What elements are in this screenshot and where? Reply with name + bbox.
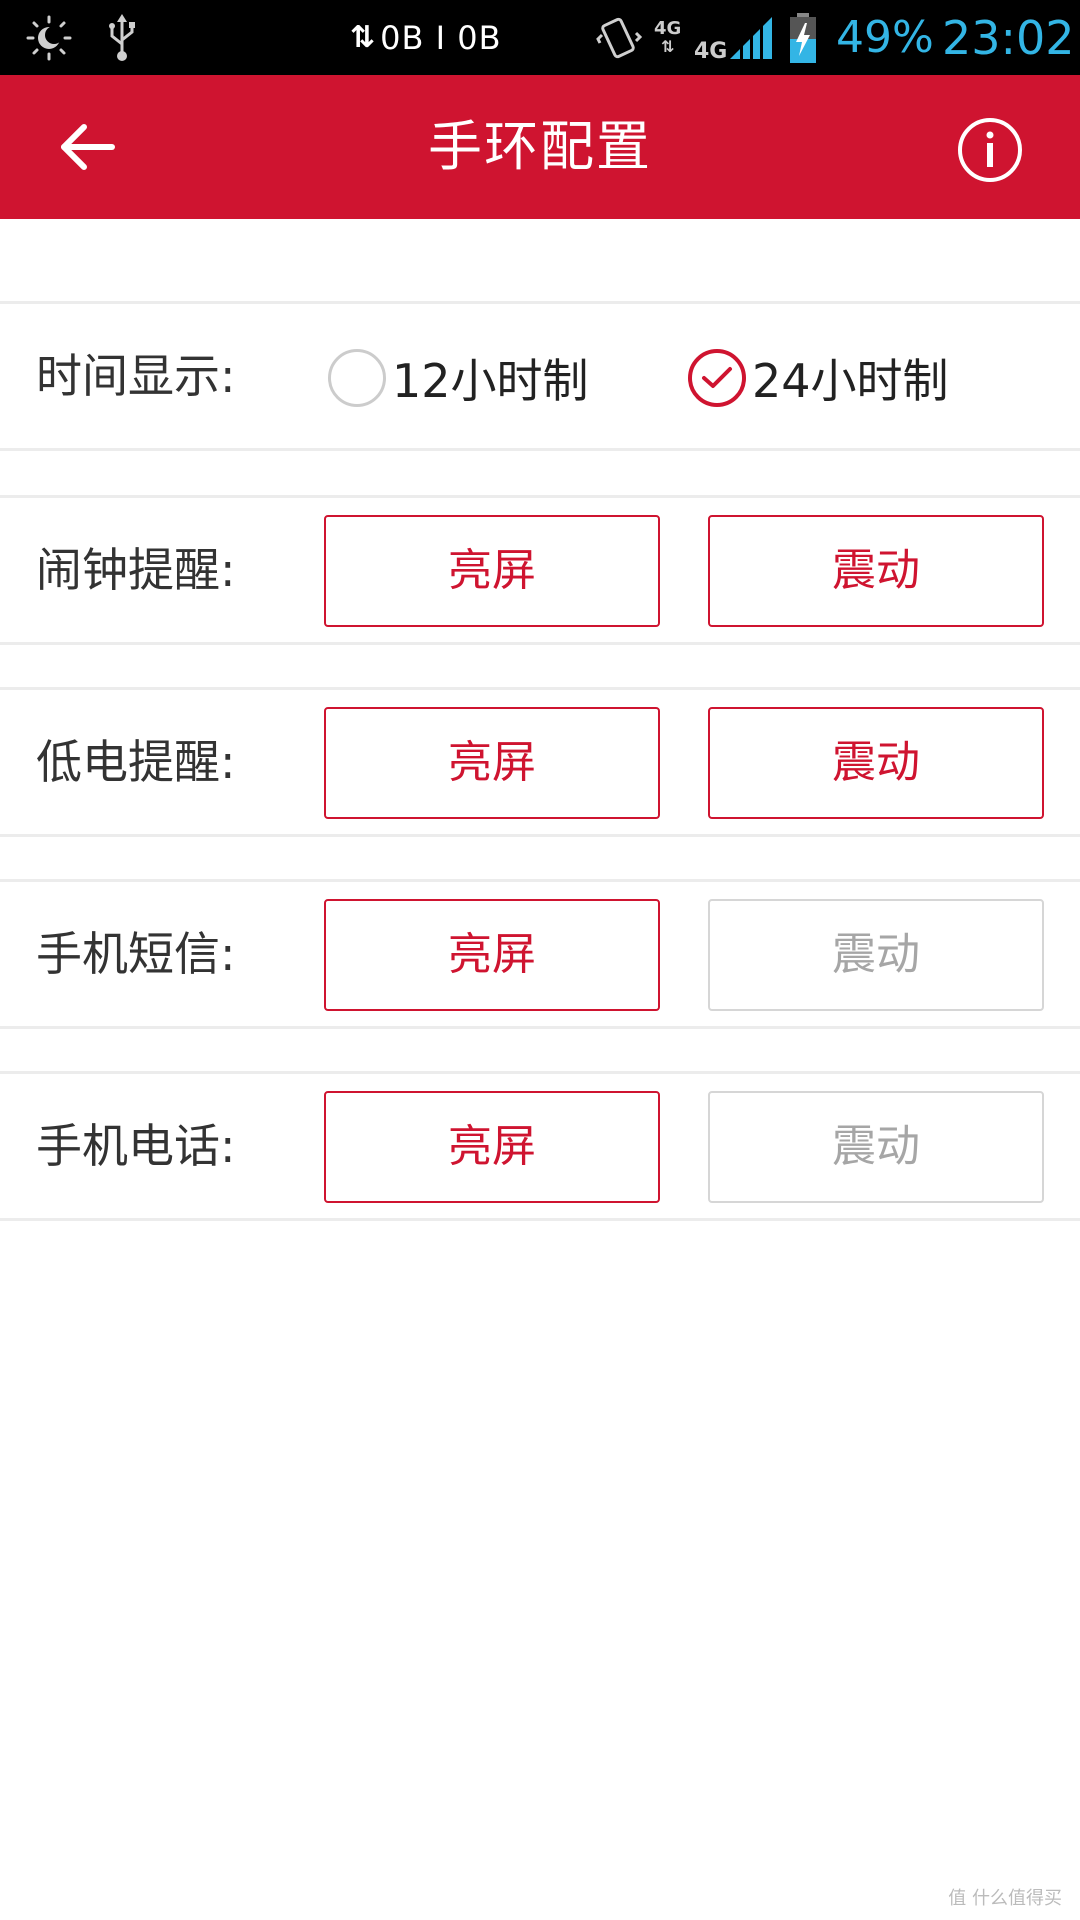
back-button[interactable]	[40, 107, 136, 187]
data-arrows-small-icon: ⇅	[660, 36, 675, 56]
usb-icon	[104, 0, 140, 75]
sms-row: 手机短信: 亮屏 震动	[0, 879, 1080, 1029]
data-arrows-icon: ⇅	[350, 20, 377, 55]
alarm-vibrate-toggle[interactable]: 震动	[708, 515, 1044, 627]
data-traffic: ⇅ 0B I 0B	[350, 0, 502, 75]
radio-checked-icon	[688, 349, 746, 407]
sms-vibrate-toggle[interactable]: 震动	[708, 899, 1044, 1011]
info-icon	[958, 118, 1022, 182]
low-battery-screen-toggle[interactable]: 亮屏	[324, 707, 660, 819]
vibrate-icon	[596, 0, 642, 75]
low-battery-vibrate-toggle[interactable]: 震动	[708, 707, 1044, 819]
radio-12-hour-label: 12小时制	[392, 354, 589, 408]
watermark: 值 什么值得买	[948, 1888, 1062, 1909]
radio-unchecked-icon	[328, 349, 386, 407]
status-bar: ⇅ 0B I 0B 4G ⇅ 4G 49% 23:02	[0, 0, 1080, 75]
time-display-label: 时间显示:	[36, 349, 236, 403]
alarm-reminder-label: 闹钟提醒:	[36, 543, 236, 597]
alarm-screen-toggle[interactable]: 亮屏	[324, 515, 660, 627]
time-display-row: 时间显示: 12小时制 24小时制	[0, 301, 1080, 451]
radio-24-hour[interactable]: 24小时制	[688, 346, 949, 410]
network-type: 4G ⇅	[654, 0, 681, 75]
alarm-reminder-row: 闹钟提醒: 亮屏 震动	[0, 495, 1080, 645]
network-type-bottom: 4G	[694, 39, 728, 64]
sms-label: 手机短信:	[36, 927, 236, 981]
low-battery-reminder-row: 低电提醒: 亮屏 震动	[0, 687, 1080, 837]
phone-call-vibrate-toggle[interactable]: 震动	[708, 1091, 1044, 1203]
phone-call-label: 手机电话:	[36, 1119, 236, 1173]
radio-12-hour[interactable]: 12小时制	[328, 346, 589, 410]
battery-charging-icon	[788, 0, 818, 75]
phone-call-row: 手机电话: 亮屏 震动	[0, 1071, 1080, 1221]
clock: 23:02	[942, 10, 1075, 65]
sms-screen-toggle[interactable]: 亮屏	[324, 899, 660, 1011]
screen: ⇅ 0B I 0B 4G ⇅ 4G 49% 23:02 手环配置 时间显示: 1…	[0, 0, 1080, 1920]
title-bar: 手环配置	[0, 75, 1080, 219]
signal-icon	[728, 0, 774, 75]
low-battery-reminder-label: 低电提醒:	[36, 735, 236, 789]
traffic-text: 0B I 0B	[380, 18, 502, 57]
back-arrow-icon	[61, 124, 115, 170]
page-title: 手环配置	[428, 115, 652, 178]
phone-call-screen-toggle[interactable]: 亮屏	[324, 1091, 660, 1203]
brightness-icon	[26, 0, 72, 75]
network-type-top: 4G	[654, 17, 682, 39]
info-button[interactable]	[950, 110, 1030, 190]
battery-percent: 49%	[836, 12, 934, 63]
radio-24-hour-label: 24小时制	[752, 354, 949, 408]
